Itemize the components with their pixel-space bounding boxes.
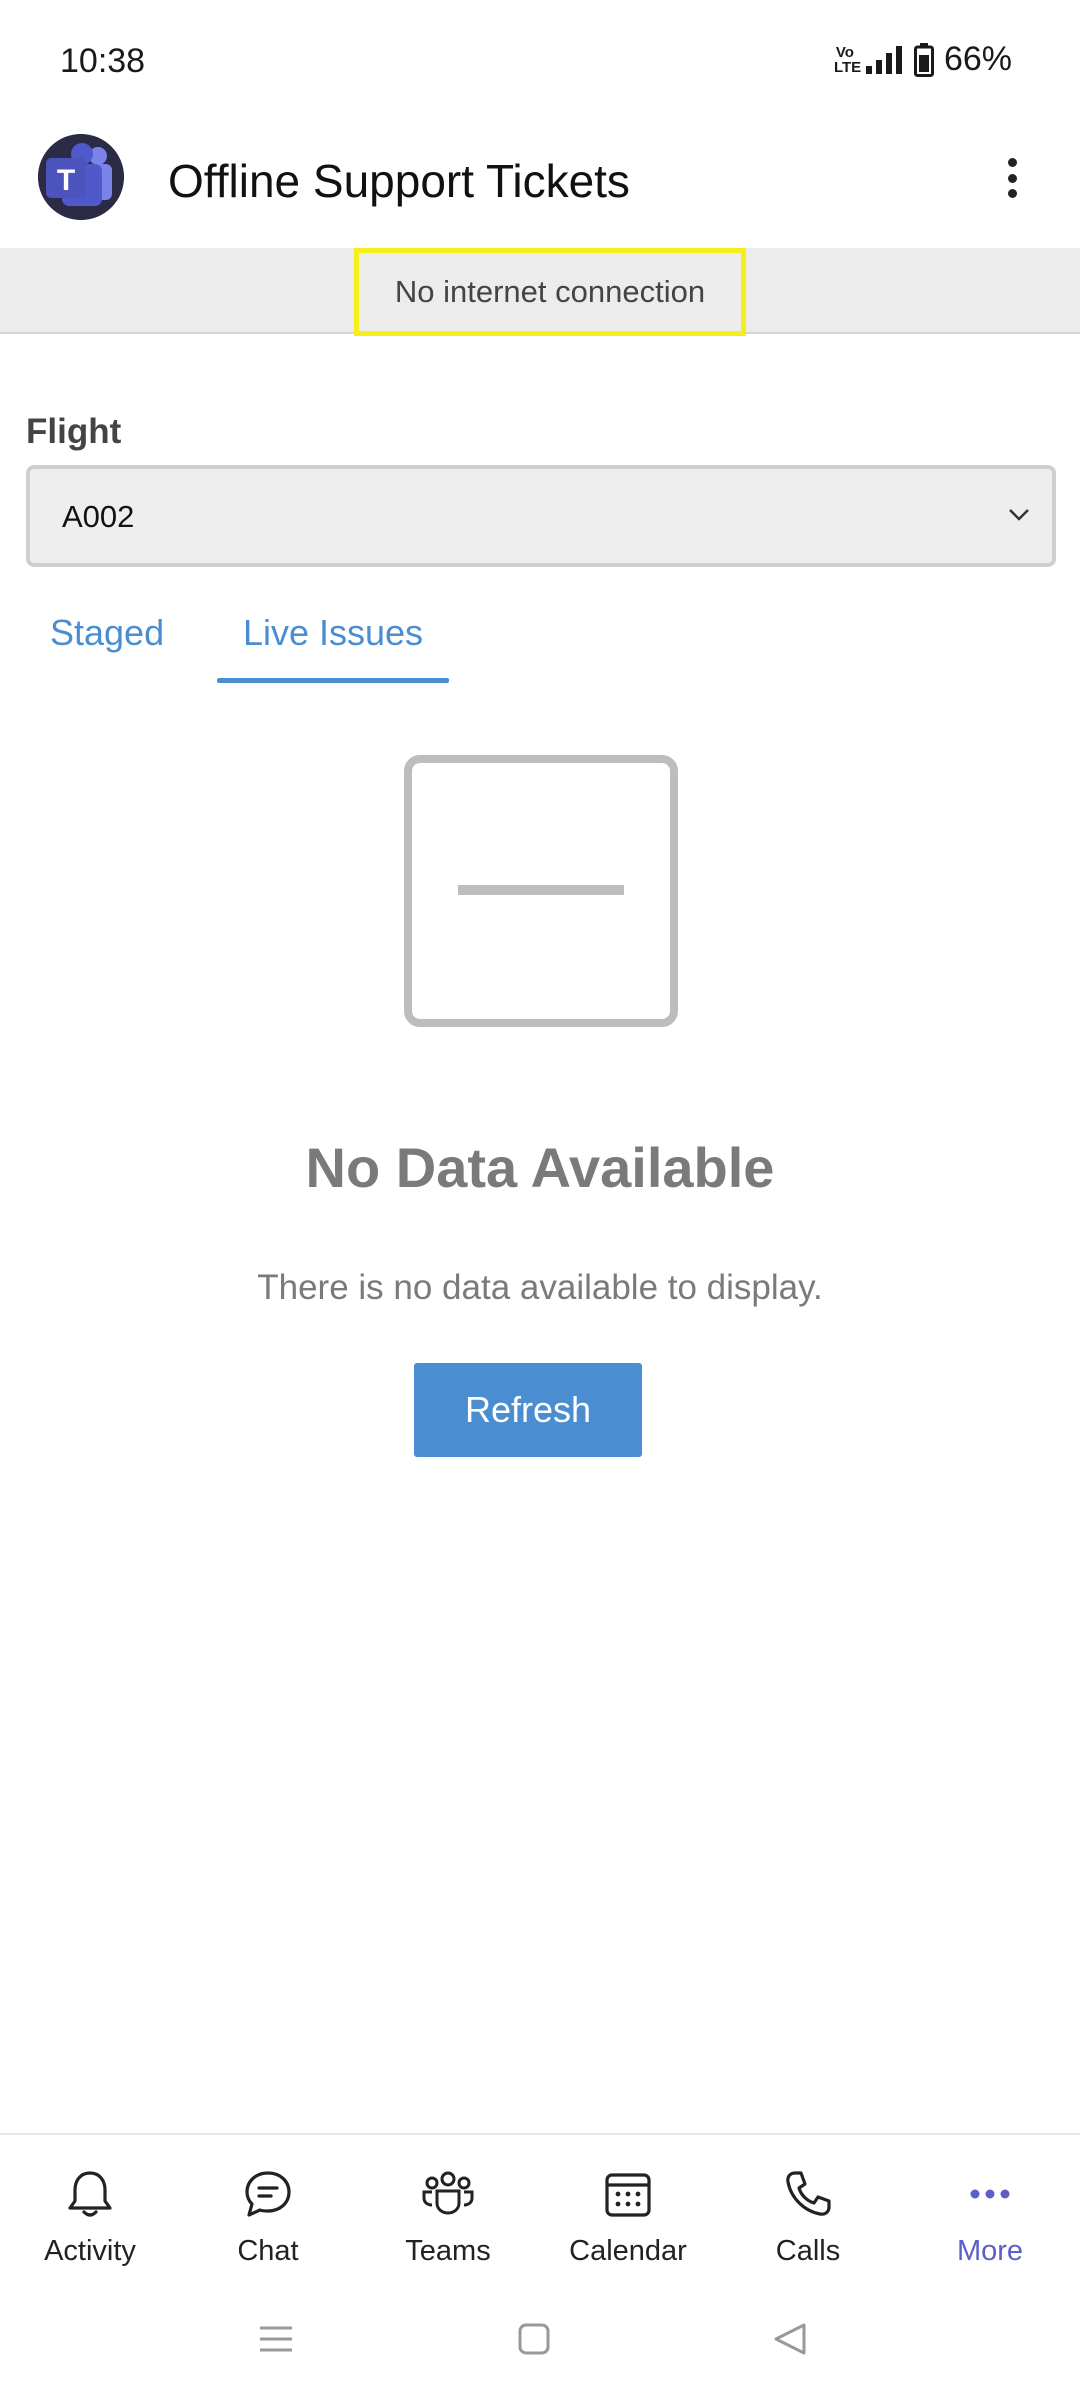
nav-label: Activity [44, 2235, 136, 2267]
status-icons: Vo LTE 66% [834, 40, 1012, 79]
page-title: Offline Support Tickets [168, 155, 630, 207]
teams-icon [422, 2171, 474, 2215]
battery-level: 66% [943, 40, 1012, 78]
status-bar: 10:38 Vo LTE 66% [0, 0, 1080, 120]
bell-icon [68, 2171, 112, 2217]
overflow-menu-icon[interactable] [992, 150, 1032, 206]
app-header: T Offline Support Tickets [0, 120, 1080, 248]
battery-icon [913, 42, 934, 77]
chevron-down-icon [1009, 509, 1029, 521]
empty-state-description: There is no data available to display. [257, 1268, 823, 1307]
teams-logo[interactable]: T [38, 134, 124, 220]
tab-staged[interactable]: Staged [50, 612, 220, 690]
empty-state-title: No Data Available [305, 1136, 775, 1199]
nav-label: Calendar [569, 2235, 687, 2267]
nav-label: Chat [237, 2235, 299, 2267]
signal-icon [865, 45, 902, 74]
nav-item-calendar[interactable]: Calendar [538, 2135, 718, 2285]
home-icon[interactable] [514, 2319, 554, 2359]
offline-banner: No internet connection [0, 248, 1080, 336]
flight-label: Flight [26, 412, 122, 451]
volte-icon: Vo LTE [833, 43, 862, 76]
status-time: 10:38 [60, 42, 146, 80]
nav-label: Teams [405, 2235, 491, 2267]
flight-selected-value: A002 [62, 499, 135, 534]
nav-item-calls[interactable]: Calls [718, 2135, 898, 2285]
offline-message: No internet connection [354, 248, 746, 336]
phone-icon [786, 2171, 831, 2216]
nav-label: More [956, 2235, 1024, 2267]
more-icon [970, 2189, 1010, 2199]
teams-logo-icon: T [38, 134, 124, 220]
nav-label: Calls [775, 2235, 841, 2267]
refresh-button[interactable]: Refresh [414, 1363, 642, 1457]
calendar-icon [605, 2173, 651, 2217]
nav-item-more[interactable]: More [900, 2135, 1080, 2285]
nav-item-teams[interactable]: Teams [358, 2135, 538, 2285]
chat-icon [245, 2171, 291, 2217]
bottom-nav: Activity Chat Teams Calendar Calls More [0, 2133, 1080, 2283]
nav-item-chat[interactable]: Chat [178, 2135, 358, 2285]
flight-select[interactable]: A002 [26, 465, 1056, 567]
tab-bar: Staged Live Issues [0, 600, 1080, 690]
svg-text:T: T [57, 164, 75, 197]
back-icon[interactable] [770, 2319, 810, 2359]
system-nav-bar [0, 2283, 1080, 2400]
screen: 10:38 Vo LTE 66% T Offline Support Ticke… [0, 0, 1080, 2400]
active-tab-indicator [217, 678, 449, 683]
empty-state-icon [404, 755, 678, 1027]
nav-item-activity[interactable]: Activity [0, 2135, 180, 2285]
recent-apps-icon[interactable] [256, 2319, 296, 2359]
